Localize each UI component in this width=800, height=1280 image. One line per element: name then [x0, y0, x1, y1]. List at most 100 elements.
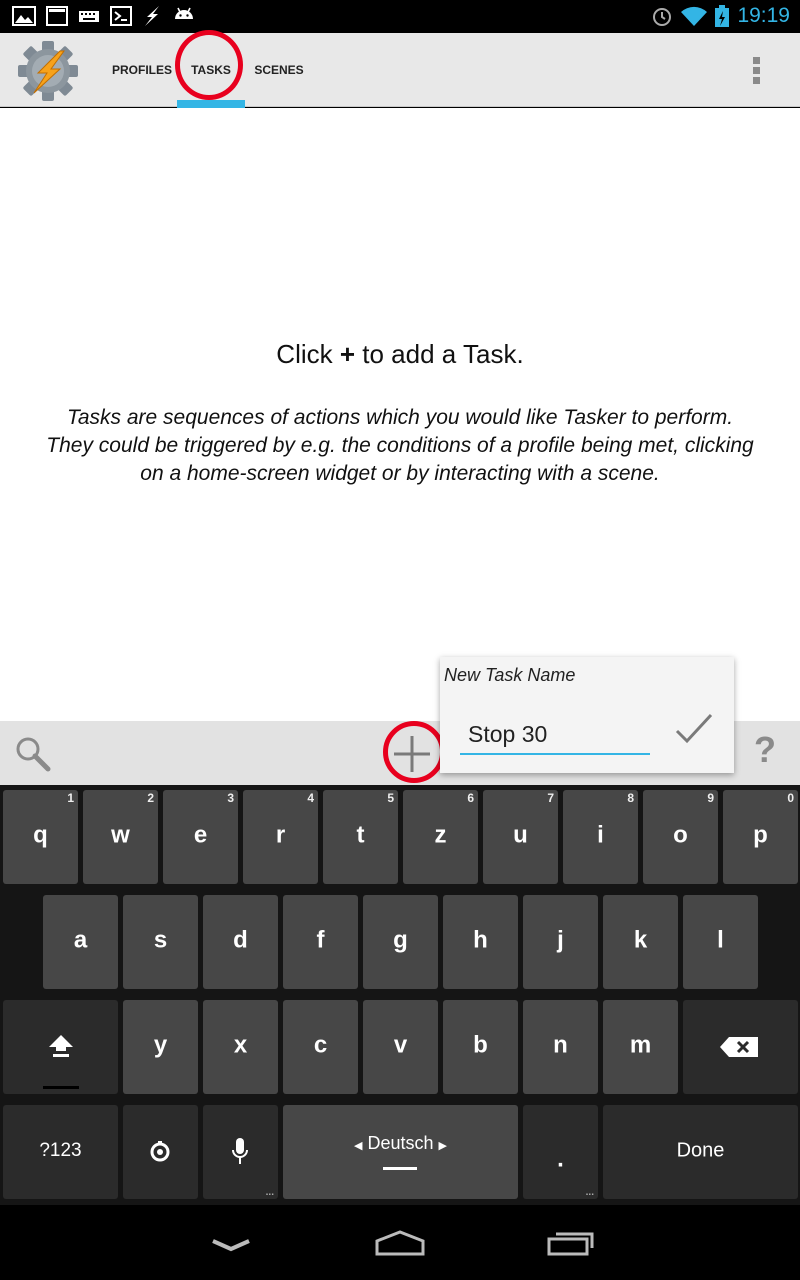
selected-tab-indicator: [177, 100, 245, 108]
key-v[interactable]: v: [363, 1000, 438, 1094]
key-k[interactable]: k: [603, 895, 678, 989]
more-options-dots: ...: [265, 1187, 274, 1198]
key-q[interactable]: 1q: [3, 790, 78, 884]
settings-icon: [150, 1141, 170, 1162]
key-o[interactable]: 9o: [643, 790, 718, 884]
key-label: m: [629, 1031, 652, 1059]
key-p[interactable]: 0p: [723, 790, 798, 884]
language-left-arrow-icon: ◀: [353, 1140, 363, 1152]
key-s[interactable]: s: [123, 895, 198, 989]
key-label: g: [393, 926, 408, 954]
settings-key[interactable]: [123, 1105, 198, 1199]
key-hint: 4: [307, 791, 314, 805]
key-hint: 2: [147, 791, 154, 805]
key-label: w: [111, 821, 130, 849]
key-label: o: [673, 821, 688, 849]
android-icon: [175, 7, 193, 19]
key-b[interactable]: b: [443, 1000, 518, 1094]
tasks-empty-view: Click + to add a Task. Tasks are sequenc…: [0, 108, 800, 721]
language-label: Deutsch: [367, 1133, 434, 1153]
tasker-logo-icon[interactable]: [17, 40, 79, 102]
key-z[interactable]: 6z: [403, 790, 478, 884]
battery-icon: [715, 5, 729, 27]
key-u[interactable]: 7u: [483, 790, 558, 884]
key-w[interactable]: 2w: [83, 790, 158, 884]
home-icon[interactable]: [374, 1229, 426, 1257]
description-line: They could be triggered by e.g. the cond…: [46, 434, 754, 457]
more-options-dots: ...: [585, 1187, 594, 1198]
status-bar: 19:19: [0, 0, 800, 33]
key-label: a: [73, 926, 88, 954]
tab-scenes[interactable]: SCENES: [245, 33, 313, 107]
key-e[interactable]: 3e: [163, 790, 238, 884]
checkmark-icon[interactable]: [674, 711, 714, 747]
key-label: f: [316, 926, 325, 954]
microphone-icon: [232, 1138, 248, 1164]
key-hint: 8: [627, 791, 634, 805]
empty-title: Click + to add a Task.: [0, 339, 800, 370]
hide-keyboard-icon[interactable]: [210, 1237, 252, 1253]
key-label: s: [153, 926, 168, 954]
key-label: Done: [676, 1139, 725, 1162]
action-bar: PROFILES TASKS SCENES: [0, 33, 800, 107]
done-key[interactable]: Done: [603, 1105, 798, 1199]
key-label: x: [233, 1031, 248, 1059]
popup-title: New Task Name: [444, 665, 576, 685]
key-i[interactable]: 8i: [563, 790, 638, 884]
key-label: c: [313, 1031, 328, 1059]
key-label: r: [275, 821, 286, 849]
key-label: l: [717, 926, 724, 954]
key-n[interactable]: n: [523, 1000, 598, 1094]
key-label: e: [193, 821, 208, 849]
key-label: t: [356, 821, 365, 849]
new-task-name-popup: New Task Name: [440, 657, 734, 773]
key-j[interactable]: j: [523, 895, 598, 989]
recent-apps-icon[interactable]: [546, 1229, 596, 1257]
key-label: i: [597, 821, 604, 849]
symbols-key[interactable]: ?123: [3, 1105, 118, 1199]
key-l[interactable]: l: [683, 895, 758, 989]
key-x[interactable]: x: [203, 1000, 278, 1094]
key-label: y: [153, 1031, 168, 1059]
period-key[interactable]: ....: [523, 1105, 598, 1199]
key-c[interactable]: c: [283, 1000, 358, 1094]
key-label: j: [557, 926, 564, 954]
key-hint: 7: [547, 791, 554, 805]
backspace-key[interactable]: [683, 1000, 798, 1094]
key-g[interactable]: g: [363, 895, 438, 989]
key-r[interactable]: 4r: [243, 790, 318, 884]
empty-title-prefix: Click: [276, 339, 340, 369]
help-button[interactable]: ?: [754, 729, 776, 771]
key-label: z: [434, 821, 447, 849]
key-d[interactable]: d: [203, 895, 278, 989]
key-h[interactable]: h: [443, 895, 518, 989]
keyboard-icon: [79, 11, 99, 22]
key-y[interactable]: y: [123, 1000, 198, 1094]
shift-key[interactable]: [3, 1000, 118, 1094]
task-name-input[interactable]: [460, 713, 650, 755]
space-key[interactable]: ◀ Deutsch ▶: [283, 1105, 518, 1199]
key-f[interactable]: f: [283, 895, 358, 989]
empty-title-suffix: to add a Task.: [355, 339, 524, 369]
tasker-bolt-icon: [145, 6, 159, 26]
search-icon[interactable]: [14, 735, 52, 773]
key-label: h: [473, 926, 488, 954]
key-a[interactable]: a: [43, 895, 118, 989]
key-t[interactable]: 5t: [323, 790, 398, 884]
key-label: q: [33, 821, 48, 849]
annotation-circle-add: [383, 721, 445, 783]
tab-profiles[interactable]: PROFILES: [108, 33, 176, 107]
key-m[interactable]: m: [603, 1000, 678, 1094]
description-line: on a home-screen widget or by interactin…: [140, 462, 660, 485]
key-label: k: [633, 926, 648, 954]
alarm-icon: [653, 8, 671, 26]
voice-input-key[interactable]: ...: [203, 1105, 278, 1199]
key-label: v: [393, 1031, 408, 1059]
key-label: ?123: [39, 1139, 82, 1161]
soft-keyboard: 1q 2w 3e 4r 5t 6z 7u 8i 9o 0p a s d f g …: [0, 785, 800, 1205]
overflow-menu-icon[interactable]: [750, 55, 764, 87]
description-line: Tasks are sequences of actions which you…: [66, 406, 734, 429]
space-language-row: ◀ Deutsch ▶: [283, 1133, 518, 1154]
key-hint: 0: [787, 791, 794, 805]
empty-title-plus: +: [339, 339, 356, 369]
